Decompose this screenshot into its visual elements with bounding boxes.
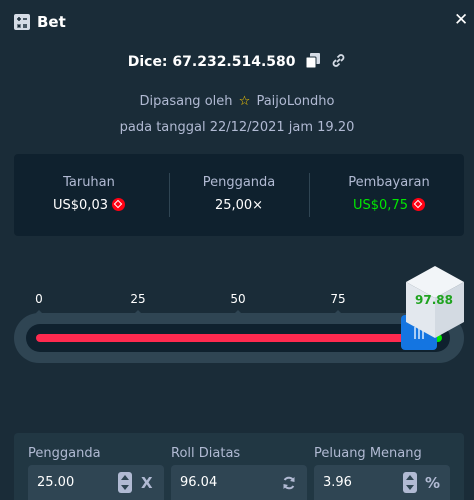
payout-stat: Pembayaran US$0,75 (314, 154, 464, 236)
bet-stats-panel: Taruhan US$0,03 Pengganda 25,00× Pembaya… (14, 154, 464, 236)
percent-suffix: % (425, 474, 441, 492)
win-chance-field[interactable]: 3.96 % (314, 465, 450, 500)
lose-range-bar (36, 334, 412, 342)
modal-title: Bet (37, 13, 66, 31)
wager-value: US$0,03 (53, 198, 108, 213)
multiplier-field-label: Pengganda (28, 446, 101, 461)
tick-label: 0 (35, 292, 43, 306)
roll-over-label: Roll Diatas (171, 446, 241, 461)
multiplier-field[interactable]: 25.00 X (28, 465, 164, 500)
payout-label: Pembayaran (348, 175, 430, 190)
multiplier-suffix: X (141, 474, 153, 492)
multiplier-stepper[interactable] (118, 472, 132, 493)
bet-slip-icon (14, 14, 30, 30)
stat-divider (309, 173, 310, 217)
roll-over-field[interactable]: 96.04 (171, 465, 307, 500)
tron-icon (111, 198, 125, 211)
bet-id-line: Dice: 67.232.514.580 (0, 53, 474, 70)
payout-value-line: US$0,75 (314, 198, 464, 213)
roll-over-value: 96.04 (180, 475, 218, 490)
tick-label: 25 (130, 292, 146, 306)
wager-value-line: US$0,03 (14, 198, 164, 213)
link-icon[interactable] (331, 53, 346, 68)
multiplier-input-value[interactable]: 25.00 (37, 475, 74, 490)
multiplier-stat: Pengganda 25,00× (164, 154, 314, 236)
roll-result: 97.88 (415, 293, 453, 307)
bet-id-label: Dice: 67.232.514.580 (127, 54, 296, 70)
tick-label: 50 (230, 292, 246, 306)
player-name[interactable]: PaijoLondho (256, 94, 334, 109)
multiplier-value: 25,00× (214, 198, 264, 213)
placed-by-line: Dipasang oleh ☆ PaijoLondho (0, 94, 474, 109)
wager-stat: Taruhan US$0,03 (14, 154, 164, 236)
payout-value: US$0,75 (353, 198, 408, 213)
swap-icon[interactable] (282, 476, 296, 490)
win-chance-label: Peluang Menang (314, 446, 422, 461)
star-icon: ☆ (238, 94, 251, 109)
modal-header: Bet ✕ (0, 0, 474, 44)
tick-label: 75 (330, 292, 346, 306)
placed-by-label: Dipasang oleh (139, 94, 233, 109)
win-chance-stepper[interactable] (403, 472, 417, 493)
tron-icon (411, 198, 425, 211)
multiplier-label: Pengganda (202, 175, 276, 190)
close-icon[interactable]: ✕ (454, 12, 468, 29)
copy-icon[interactable] (306, 53, 321, 68)
wager-label: Taruhan (63, 175, 115, 190)
placed-date: pada tanggal 22/12/2021 jam 19.20 (119, 120, 355, 135)
win-chance-value[interactable]: 3.96 (323, 475, 352, 490)
